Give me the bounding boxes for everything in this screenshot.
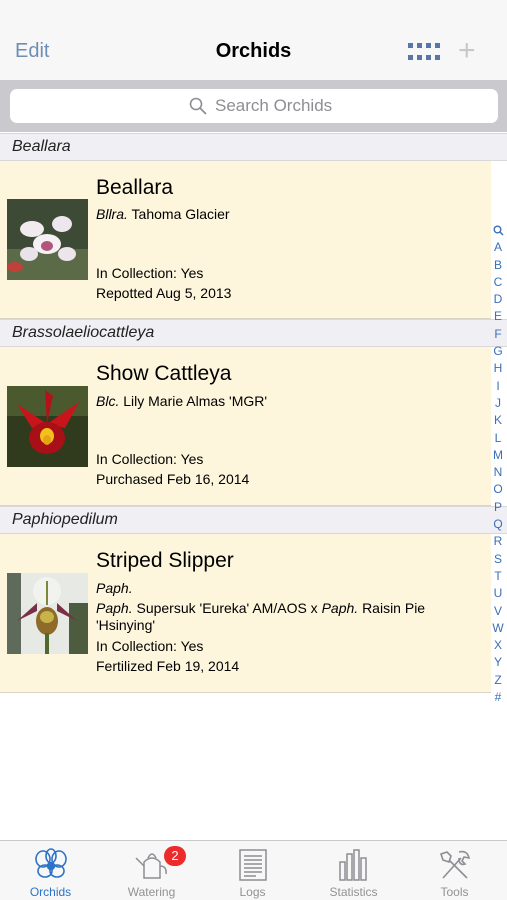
- tab-logs[interactable]: Logs: [202, 841, 303, 900]
- last-event: Purchased Feb 16, 2014: [96, 471, 250, 487]
- tools-icon: [439, 850, 471, 879]
- index-letter[interactable]: S: [490, 551, 506, 568]
- tab-statistics[interactable]: Statistics: [303, 841, 404, 900]
- index-search-icon[interactable]: [490, 222, 506, 239]
- index-letter[interactable]: G: [490, 343, 506, 360]
- orchid-cross-continued: 'Hsinying': [96, 617, 156, 633]
- index-letter[interactable]: Z: [490, 672, 506, 689]
- index-letter[interactable]: K: [490, 412, 506, 429]
- section-index[interactable]: A B C D E F G H I J K L M N O P Q R S T …: [490, 222, 506, 706]
- index-letter[interactable]: O: [490, 481, 506, 498]
- last-event: Repotted Aug 5, 2013: [96, 285, 232, 301]
- watering-badge: 2: [164, 846, 186, 866]
- search-icon: [189, 97, 207, 115]
- index-letter[interactable]: M: [490, 447, 506, 464]
- last-event: Fertilized Feb 19, 2014: [96, 658, 240, 674]
- collection-status: In Collection: Yes: [96, 638, 204, 654]
- tab-label: Logs: [239, 885, 266, 899]
- tab-watering[interactable]: 2 Watering: [101, 841, 202, 900]
- plus-icon[interactable]: +: [458, 36, 476, 66]
- orchid-icon: [35, 848, 67, 878]
- orchid-genus: Bllra. Tahoma Glacier: [96, 206, 230, 222]
- list-item[interactable]: Striped Slipper Paph. Paph. Supersuk 'Eu…: [0, 534, 491, 693]
- grid-icon[interactable]: [408, 43, 440, 61]
- index-letter[interactable]: Y: [490, 654, 506, 671]
- tab-label: Orchids: [29, 885, 72, 899]
- log-document-icon: [239, 849, 267, 881]
- section-header-brassolaeliocattleya: Brassolaeliocattleya: [0, 319, 507, 347]
- tab-bar: Orchids 2 Watering Logs Statistics Tools: [0, 840, 507, 900]
- index-letter[interactable]: E: [490, 308, 506, 325]
- orchid-photo: [7, 386, 88, 467]
- search-placeholder: Search Orchids: [215, 96, 333, 115]
- index-letter[interactable]: L: [490, 430, 506, 447]
- tab-label: Tools: [440, 885, 469, 899]
- index-letter[interactable]: H: [490, 360, 506, 377]
- index-letter[interactable]: R: [490, 533, 506, 550]
- orchid-name: Striped Slipper: [96, 549, 234, 572]
- orchid-name: Show Cattleya: [96, 362, 232, 385]
- index-letter[interactable]: I: [490, 378, 506, 395]
- search-bar: Search Orchids: [0, 80, 507, 132]
- index-letter[interactable]: T: [490, 568, 506, 585]
- list-item[interactable]: Beallara Bllra. Tahoma Glacier In Collec…: [0, 161, 491, 319]
- tab-orchids[interactable]: Orchids: [0, 841, 101, 900]
- index-letter[interactable]: X: [490, 637, 506, 654]
- section-header-beallara: Beallara: [0, 133, 507, 161]
- tab-label: Watering: [127, 885, 176, 899]
- index-letter[interactable]: Q: [490, 516, 506, 533]
- list-item[interactable]: Show Cattleya Blc. Lily Marie Almas 'MGR…: [0, 347, 491, 506]
- section-title: Brassolaeliocattleya: [12, 324, 155, 341]
- index-letter[interactable]: V: [490, 603, 506, 620]
- orchid-genus: Paph.: [96, 580, 133, 596]
- collection-status: In Collection: Yes: [96, 265, 204, 281]
- index-letter[interactable]: N: [490, 464, 506, 481]
- orchid-cross: Paph. Supersuk 'Eureka' AM/AOS x Paph. R…: [96, 600, 426, 616]
- section-title: Beallara: [12, 138, 71, 155]
- index-letter[interactable]: W: [490, 620, 506, 637]
- orchid-genus: Blc. Lily Marie Almas 'MGR': [96, 393, 268, 409]
- index-letter[interactable]: U: [490, 585, 506, 602]
- navigation-bar: Edit Orchids +: [0, 0, 507, 80]
- orchid-photo: [7, 199, 88, 280]
- orchid-photo: [7, 573, 88, 654]
- index-letter[interactable]: C: [490, 274, 506, 291]
- tab-tools[interactable]: Tools: [404, 841, 505, 900]
- bar-chart-icon: [339, 849, 367, 881]
- index-letter[interactable]: D: [490, 291, 506, 308]
- section-title: Paphiopedilum: [12, 511, 118, 528]
- orchid-name: Beallara: [96, 176, 174, 199]
- section-header-paphiopedilum: Paphiopedilum: [0, 506, 507, 534]
- index-letter[interactable]: F: [490, 326, 506, 343]
- collection-status: In Collection: Yes: [96, 451, 204, 467]
- index-letter[interactable]: B: [490, 257, 506, 274]
- index-letter[interactable]: J: [490, 395, 506, 412]
- search-input[interactable]: Search Orchids: [10, 89, 498, 123]
- index-letter[interactable]: A: [490, 239, 506, 256]
- index-letter[interactable]: #: [490, 689, 506, 706]
- tab-label: Statistics: [329, 885, 378, 899]
- index-letter[interactable]: P: [490, 499, 506, 516]
